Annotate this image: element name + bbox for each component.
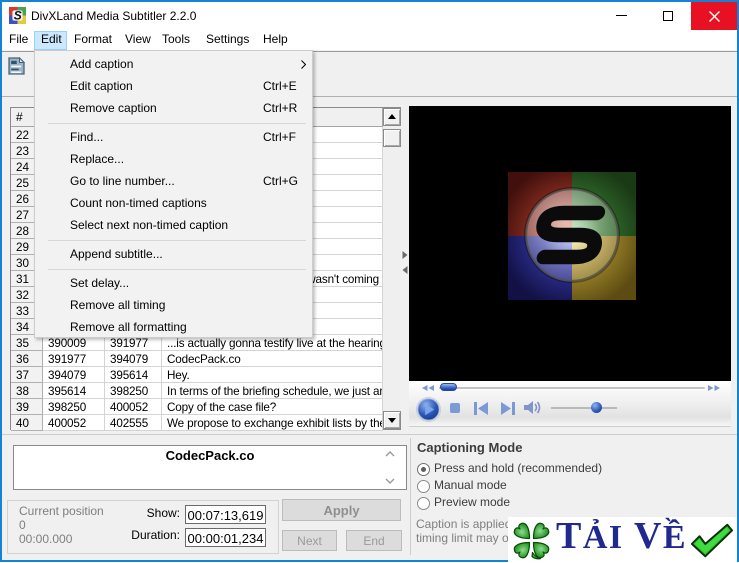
svg-text:S: S — [14, 9, 22, 23]
